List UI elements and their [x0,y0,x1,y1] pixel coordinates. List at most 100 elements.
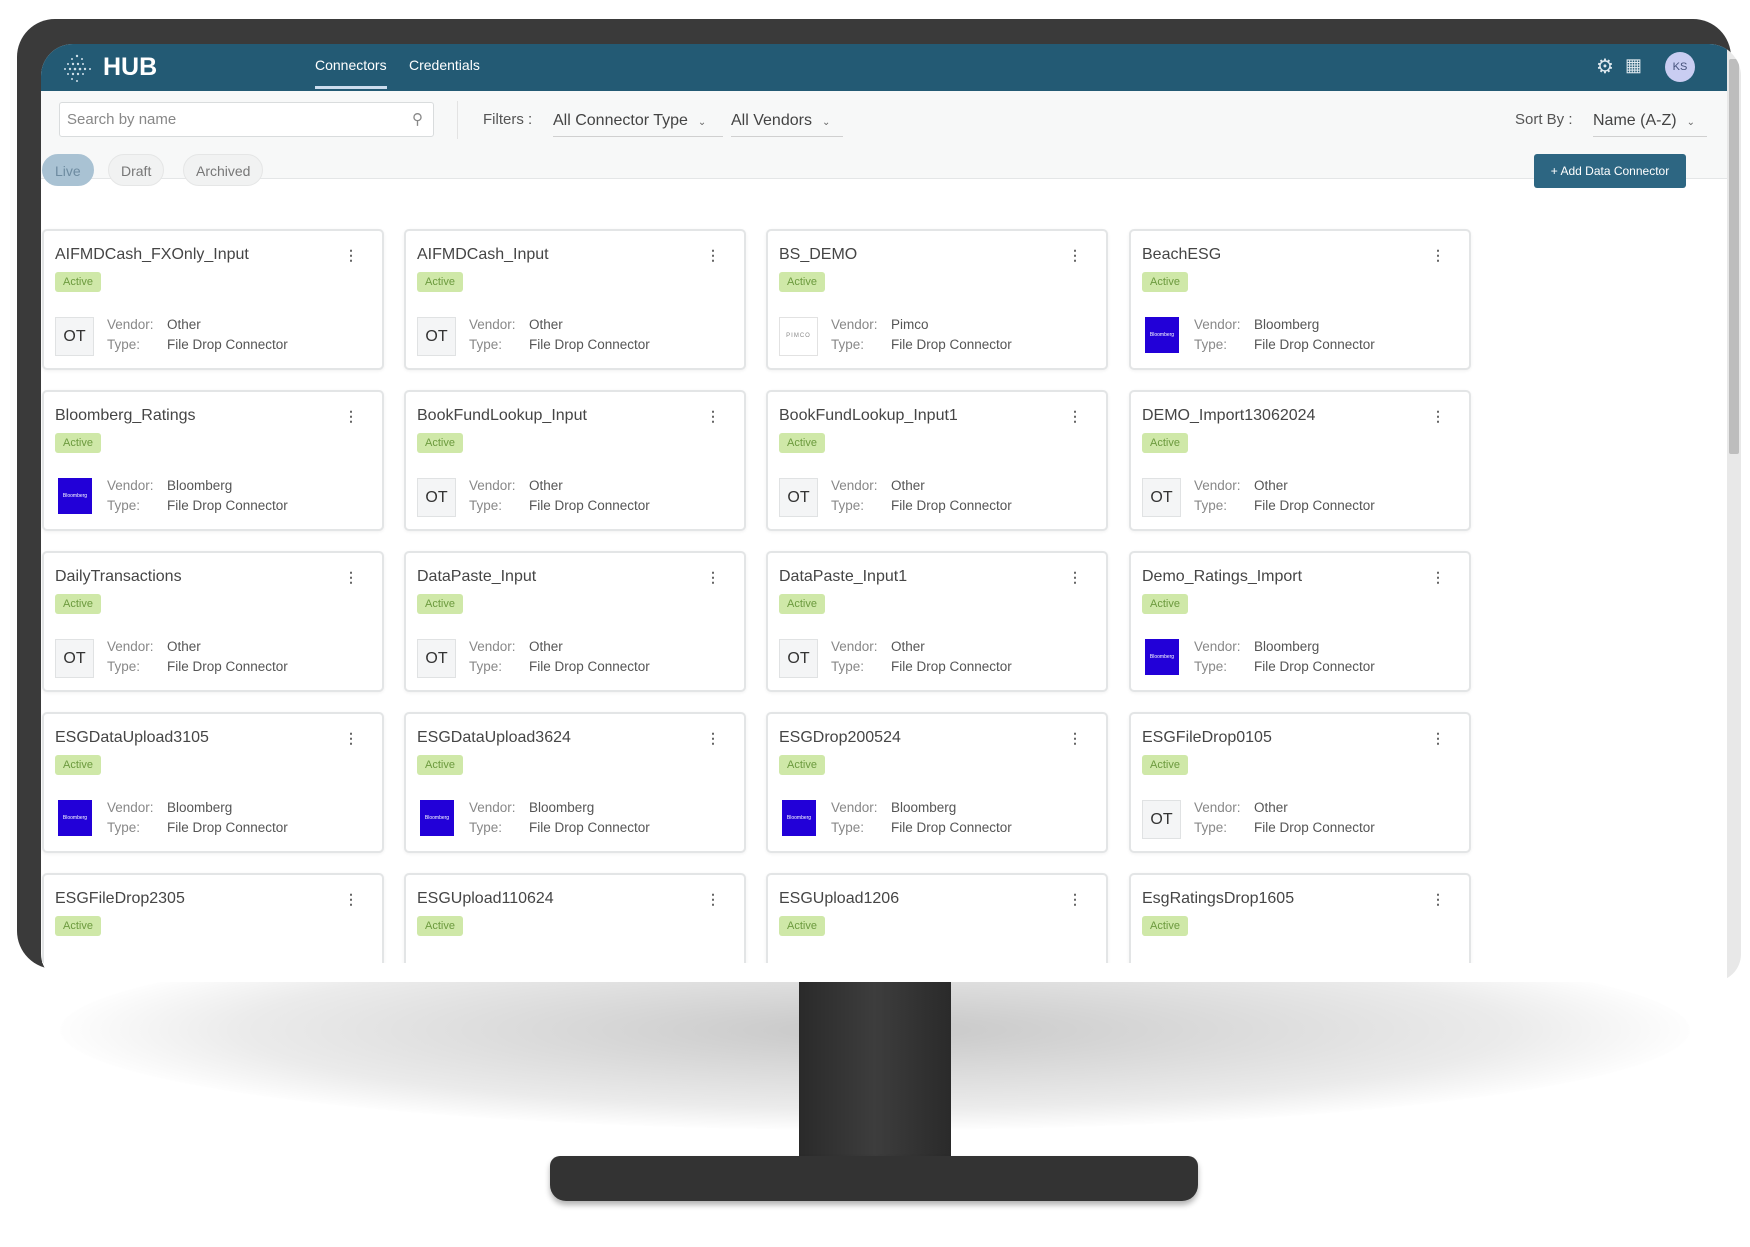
more-options-icon[interactable]: ⋮ [1431,247,1445,264]
connector-card[interactable]: ESGDataUpload3105 ⋮ Active Bloomberg Vend… [42,712,384,853]
more-options-icon[interactable]: ⋮ [706,730,720,747]
vendor-label: Vendor: [831,317,878,332]
connector-card[interactable]: BeachESG ⋮ Active Bloomberg Vendor: Bloom… [1129,229,1471,370]
more-options-icon[interactable]: ⋮ [706,569,720,586]
more-options-icon[interactable]: ⋮ [706,891,720,908]
connector-card[interactable]: Demo_Ratings_Import ⋮ Active Bloomberg Ve… [1129,551,1471,692]
more-options-icon[interactable]: ⋮ [706,247,720,264]
connector-name[interactable]: AIFMDCash_FXOnly_Input [55,246,249,264]
connector-name[interactable]: BookFundLookup_Input1 [779,407,958,425]
vendor-value: Bloomberg [167,800,233,815]
type-value: File Drop Connector [1254,337,1375,352]
add-data-connector-button[interactable]: + Add Data Connector [1534,154,1686,188]
connector-card[interactable]: ESGDataUpload3624 ⋮ Active Bloomberg Vend… [404,712,746,853]
status-tab-draft[interactable]: Draft [108,154,165,186]
connector-name[interactable]: AIFMDCash_Input [417,246,549,264]
vendor-logo-text: OT [1150,489,1173,506]
connector-name[interactable]: BeachESG [1142,246,1221,264]
connector-card[interactable]: BS_DEMO ⋮ Active PIMCO Vendor: Pimco Type… [766,229,1108,370]
connector-card[interactable]: BookFundLookup_Input1 ⋮ Active OT Vendor:… [766,390,1108,531]
type-label: Type: [469,659,503,674]
vendor-value: Pimco [891,317,929,332]
connector-card[interactable]: ESGUpload1206 ⋮ Active [766,873,1108,963]
vendor-logo: Bloomberg [420,800,454,836]
connector-card[interactable]: Bloomberg_Ratings ⋮ Active Bloomberg Vend… [42,390,384,531]
scrollbar-thumb[interactable] [1729,59,1739,454]
more-options-icon[interactable]: ⋮ [706,408,720,425]
vendor-value: Other [529,639,563,654]
vendor-logo: Bloomberg [58,478,92,514]
connector-card[interactable]: EsgRatingsDrop1605 ⋮ Active [1129,873,1471,963]
vendor-logo: Bloomberg [58,800,92,836]
connector-card[interactable]: AIFMDCash_FXOnly_Input ⋮ Active OT Vendor… [42,229,384,370]
connector-card[interactable]: ESGFileDrop2305 ⋮ Active [42,873,384,963]
connector-card[interactable]: ESGDrop200524 ⋮ Active Bloomberg Vendor: … [766,712,1108,853]
more-options-icon[interactable]: ⋮ [344,408,358,425]
more-options-icon[interactable]: ⋮ [344,730,358,747]
more-options-icon[interactable]: ⋮ [344,569,358,586]
vendor-logo-text: Bloomberg [1149,332,1175,338]
vendor-logo: OT [417,317,456,356]
status-badge: Active [779,594,825,614]
connector-name[interactable]: DEMO_Import13062024 [1142,407,1315,425]
content-area: Live Draft Archived + Add Data Connector… [41,44,1727,963]
connector-card[interactable]: AIFMDCash_Input ⋮ Active OT Vendor: Other… [404,229,746,370]
vendor-label: Vendor: [107,317,154,332]
more-options-icon[interactable]: ⋮ [1068,891,1082,908]
connector-card[interactable]: DailyTransactions ⋮ Active OT Vendor: Oth… [42,551,384,692]
type-value: File Drop Connector [891,820,1012,835]
more-options-icon[interactable]: ⋮ [1431,569,1445,586]
connector-name[interactable]: ESGDataUpload3105 [55,729,209,747]
connector-name[interactable]: ESGFileDrop0105 [1142,729,1272,747]
more-options-icon[interactable]: ⋮ [1431,891,1445,908]
vendor-logo: OT [417,478,456,517]
vendor-value: Bloomberg [167,478,233,493]
more-options-icon[interactable]: ⋮ [1068,408,1082,425]
status-tab-archived[interactable]: Archived [183,154,264,186]
connector-card[interactable]: DEMO_Import13062024 ⋮ Active OT Vendor: O… [1129,390,1471,531]
vendor-label: Vendor: [469,639,516,654]
more-options-icon[interactable]: ⋮ [1431,408,1445,425]
connector-card[interactable]: BookFundLookup_Input ⋮ Active OT Vendor: … [404,390,746,531]
connector-name[interactable]: ESGUpload110624 [417,890,554,908]
more-options-icon[interactable]: ⋮ [1068,730,1082,747]
status-tab-live[interactable]: Live [42,154,94,186]
connector-card[interactable]: ESGFileDrop0105 ⋮ Active OT Vendor: Other… [1129,712,1471,853]
status-badge: Active [55,272,101,292]
more-options-icon[interactable]: ⋮ [344,891,358,908]
vendor-logo-text: OT [787,650,810,667]
scrollbar[interactable] [1727,44,1741,982]
vendor-label: Vendor: [1194,800,1241,815]
vendor-logo: PIMCO [779,317,818,356]
connector-card[interactable]: DataPaste_Input ⋮ Active OT Vendor: Other… [404,551,746,692]
connector-name[interactable]: DailyTransactions [55,568,182,586]
vendor-logo: OT [779,639,818,678]
connector-name[interactable]: ESGUpload1206 [779,890,899,908]
type-value: File Drop Connector [529,337,650,352]
connector-name[interactable]: ESGFileDrop2305 [55,890,185,908]
connector-name[interactable]: DataPaste_Input [417,568,536,586]
connector-name[interactable]: ESGDrop200524 [779,729,901,747]
connector-name[interactable]: Demo_Ratings_Import [1142,568,1302,586]
status-badge: Active [1142,916,1188,936]
connector-name[interactable]: BookFundLookup_Input [417,407,587,425]
connector-name[interactable]: Bloomberg_Ratings [55,407,196,425]
connector-card[interactable]: DataPaste_Input1 ⋮ Active OT Vendor: Othe… [766,551,1108,692]
more-options-icon[interactable]: ⋮ [1431,730,1445,747]
monitor-stand-base [550,1156,1198,1201]
type-value: File Drop Connector [167,659,288,674]
status-badge: Active [1142,433,1188,453]
connector-name[interactable]: BS_DEMO [779,246,857,264]
vendor-value: Other [891,478,925,493]
connector-name[interactable]: ESGDataUpload3624 [417,729,571,747]
more-options-icon[interactable]: ⋮ [1068,247,1082,264]
vendor-label: Vendor: [469,800,516,815]
more-options-icon[interactable]: ⋮ [1068,569,1082,586]
type-value: File Drop Connector [529,820,650,835]
more-options-icon[interactable]: ⋮ [344,247,358,264]
vendor-logo-text: OT [787,489,810,506]
connector-name[interactable]: DataPaste_Input1 [779,568,907,586]
vendor-value: Other [529,478,563,493]
connector-name[interactable]: EsgRatingsDrop1605 [1142,890,1294,908]
connector-card[interactable]: ESGUpload110624 ⋮ Active [404,873,746,963]
